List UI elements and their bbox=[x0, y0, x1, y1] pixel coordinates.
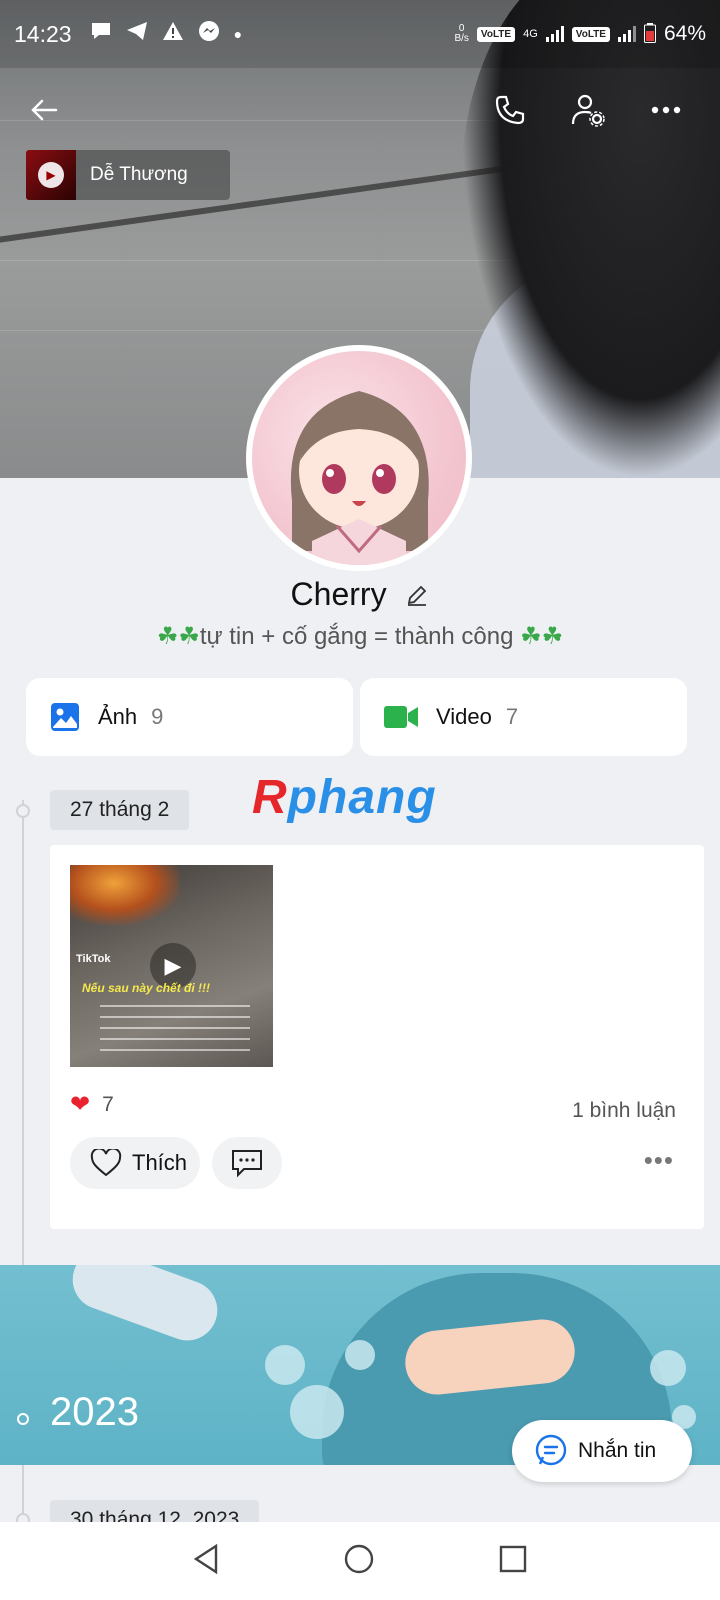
volte-badge-2: VoLTE bbox=[571, 26, 610, 42]
play-icon: ▶ bbox=[38, 162, 64, 188]
nav-home-button[interactable] bbox=[343, 1543, 375, 1580]
back-button[interactable] bbox=[22, 88, 66, 132]
timeline-date: 27 tháng 2 bbox=[50, 790, 190, 830]
nav-recents-button[interactable] bbox=[498, 1544, 528, 1579]
profile-music[interactable]: ▶ Dễ Thương bbox=[26, 150, 230, 200]
arrow-left-icon bbox=[31, 99, 58, 121]
edit-name-button[interactable] bbox=[405, 578, 429, 615]
avatar-image bbox=[252, 351, 466, 565]
avatar[interactable] bbox=[246, 345, 472, 571]
photos-count: 9 bbox=[151, 704, 164, 729]
heart-outline-icon bbox=[90, 1149, 122, 1177]
triangle-back-icon bbox=[193, 1543, 217, 1574]
timeline-dot bbox=[16, 804, 30, 818]
bio-text: tự tin + cố gắng = thành công bbox=[199, 623, 521, 650]
call-button[interactable] bbox=[488, 88, 532, 132]
signal-icon bbox=[545, 26, 564, 42]
tiktok-label: TikTok bbox=[76, 953, 111, 965]
year-label: 2023 bbox=[50, 1390, 139, 1434]
profile-name: Cherry bbox=[290, 576, 387, 612]
send-message-button[interactable]: Nhắn tin bbox=[512, 1420, 692, 1482]
music-title: Dễ Thương bbox=[90, 164, 188, 185]
battery-icon bbox=[643, 22, 656, 46]
post-more-button[interactable]: ••• bbox=[644, 1145, 674, 1176]
system-nav-bar bbox=[0, 1522, 720, 1600]
send-message-label: Nhắn tin bbox=[578, 1439, 657, 1462]
notification-icons: ● bbox=[90, 20, 242, 48]
warning-icon bbox=[162, 21, 184, 47]
reaction-count: 7 bbox=[102, 1092, 114, 1116]
message-icon bbox=[535, 1434, 567, 1466]
user-settings-icon bbox=[571, 94, 605, 127]
timeline-year-dot bbox=[17, 1413, 29, 1425]
reaction-summary[interactable]: ❤ 7 bbox=[70, 1090, 114, 1119]
music-thumbnail: ▶ bbox=[26, 150, 76, 200]
chat-bubble-icon bbox=[90, 21, 112, 47]
network-type: 4G bbox=[523, 28, 538, 40]
video-thumbnail[interactable]: TikTok ▶ Nếu sau này chết đi !!! bbox=[70, 865, 273, 1067]
profile-settings-button[interactable] bbox=[566, 88, 610, 132]
heart-icon: ❤ bbox=[70, 1091, 91, 1118]
more-horizontal-icon bbox=[651, 106, 681, 114]
status-time: 14:23 bbox=[14, 20, 72, 47]
profile-name-row: Cherry bbox=[0, 576, 720, 615]
circle-home-icon bbox=[344, 1544, 374, 1573]
like-button[interactable]: Thích bbox=[70, 1137, 200, 1189]
battery-level: 64% bbox=[663, 22, 706, 45]
videos-label: Video bbox=[436, 704, 492, 729]
profile-bio: ☘☘tự tin + cố gắng = thành công ☘☘ bbox=[0, 622, 720, 651]
image-icon bbox=[51, 703, 79, 731]
photos-label: Ảnh bbox=[98, 704, 138, 729]
telegram-icon bbox=[126, 21, 148, 47]
messenger-icon bbox=[198, 20, 220, 48]
phone-icon bbox=[495, 95, 525, 125]
watermark-logo: Rphang bbox=[252, 771, 437, 824]
comment-icon bbox=[232, 1150, 262, 1178]
status-bar: 14:23 ● 0 B/s VoLTE 4G VoLTE 64% bbox=[0, 0, 720, 68]
nav-back-button[interactable] bbox=[192, 1543, 220, 1580]
clover-emoji-2: ☘☘ bbox=[520, 623, 564, 650]
square-recents-icon bbox=[500, 1545, 527, 1572]
video-camera-icon bbox=[384, 706, 418, 728]
like-label: Thích bbox=[132, 1150, 188, 1175]
more-options-button[interactable] bbox=[644, 88, 688, 132]
clover-emoji: ☘☘ bbox=[156, 623, 200, 650]
videos-count: 7 bbox=[505, 704, 519, 729]
comment-count[interactable]: 1 bình luận bbox=[572, 1099, 676, 1123]
net-speed-unit: B/s bbox=[454, 33, 469, 44]
pencil-icon bbox=[408, 585, 427, 606]
photos-tile[interactable]: Ảnh 9 bbox=[26, 678, 353, 756]
signal-icon-2 bbox=[617, 26, 636, 42]
comment-button[interactable] bbox=[212, 1137, 282, 1189]
timeline-post: TikTok ▶ Nếu sau này chết đi !!! ❤ 7 1 b… bbox=[50, 845, 704, 1229]
videos-tile[interactable]: Video 7 bbox=[360, 678, 687, 756]
top-action-bar bbox=[0, 80, 720, 140]
volte-badge: VoLTE bbox=[476, 26, 516, 42]
dot-icon: ● bbox=[233, 26, 243, 42]
video-caption: Nếu sau này chết đi !!! bbox=[82, 981, 211, 995]
